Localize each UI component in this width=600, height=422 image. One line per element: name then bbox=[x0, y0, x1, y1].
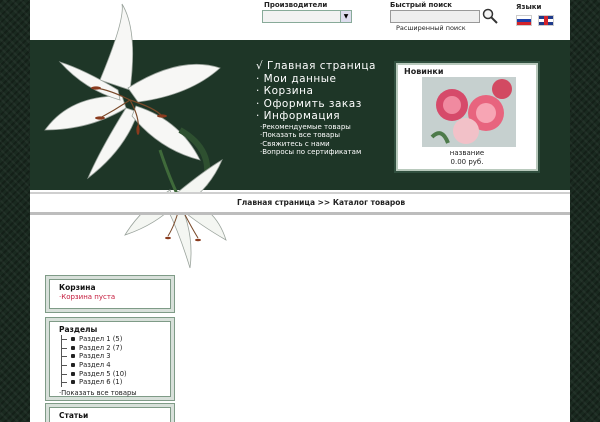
bullet-icon bbox=[71, 363, 75, 368]
nav-item-checkout[interactable]: · Оформить заказ bbox=[256, 98, 376, 111]
languages-label: Языки bbox=[516, 3, 542, 11]
cart-box: Корзина ·Корзина пуста bbox=[46, 276, 174, 312]
section-item[interactable]: Раздел 4 bbox=[49, 361, 171, 371]
nav-item-cart[interactable]: · Корзина bbox=[256, 85, 376, 98]
russian-flag-icon[interactable] bbox=[516, 15, 532, 26]
section-item[interactable]: Раздел 2 (7) bbox=[49, 343, 171, 353]
nav-item-account[interactable]: · Мои данные bbox=[256, 73, 376, 86]
cart-box-title: Корзина bbox=[59, 283, 96, 292]
bullet-icon bbox=[71, 380, 75, 385]
main-navigation: √ Главная страница · Мои данные · Корзин… bbox=[256, 60, 376, 157]
bullet-icon bbox=[71, 354, 75, 359]
cart-empty-text: ·Корзина пуста bbox=[59, 293, 116, 301]
lily-flower-icon bbox=[44, 3, 227, 269]
nav-subitem-all-products[interactable]: ·Показать все товары bbox=[260, 131, 376, 140]
articles-box: Статьи bbox=[46, 404, 174, 422]
page-container: Производители ▼ Быстрый поиск Расширенны… bbox=[30, 0, 570, 422]
product-name[interactable]: название bbox=[398, 149, 536, 157]
new-products-box: Новинки название 0.00 руб. bbox=[396, 63, 538, 171]
nav-subitem-contact[interactable]: ·Свяжитесь с нами bbox=[260, 140, 376, 149]
bullet-icon bbox=[71, 345, 75, 350]
breadcrumb: Главная страница >> Каталог товаров bbox=[30, 192, 570, 215]
articles-box-title: Статьи bbox=[59, 411, 89, 420]
section-item[interactable]: Раздел 5 (10) bbox=[49, 369, 171, 379]
section-item[interactable]: Раздел 1 (5) bbox=[49, 335, 171, 344]
nav-subitem-certificates[interactable]: ·Вопросы по сертификатам bbox=[260, 148, 376, 157]
bullet-icon bbox=[71, 371, 75, 376]
nav-subitem-featured[interactable]: ·Рекомендуемые товары bbox=[260, 123, 376, 132]
english-flag-icon[interactable] bbox=[538, 15, 554, 26]
nav-item-information[interactable]: · Информация bbox=[256, 110, 376, 123]
nav-item-home[interactable]: √ Главная страница bbox=[256, 60, 376, 73]
show-all-products-link[interactable]: ·Показать все товары bbox=[59, 389, 171, 397]
quick-search-label: Быстрый поиск bbox=[390, 1, 453, 9]
bullet-icon bbox=[71, 337, 75, 341]
roses-product-image[interactable] bbox=[422, 77, 516, 147]
section-item[interactable]: Раздел 6 (1) bbox=[49, 378, 171, 388]
section-item[interactable]: Раздел 3 bbox=[49, 352, 171, 362]
advanced-search-link[interactable]: Расширенный поиск bbox=[396, 24, 466, 32]
new-products-title: Новинки bbox=[404, 67, 444, 76]
product-price: 0.00 руб. bbox=[450, 158, 484, 166]
sections-box-title: Разделы bbox=[59, 325, 98, 334]
sections-box: Разделы Раздел 1 (5) Раздел 2 (7) Раздел… bbox=[46, 318, 174, 400]
manufacturers-select[interactable]: ▼ bbox=[262, 10, 352, 23]
search-input[interactable] bbox=[390, 10, 480, 23]
chevron-down-icon: ▼ bbox=[340, 11, 351, 22]
breadcrumb-text[interactable]: Главная страница >> Каталог товаров bbox=[237, 198, 405, 207]
search-icon[interactable] bbox=[482, 8, 498, 24]
manufacturers-label: Производители bbox=[264, 1, 328, 9]
